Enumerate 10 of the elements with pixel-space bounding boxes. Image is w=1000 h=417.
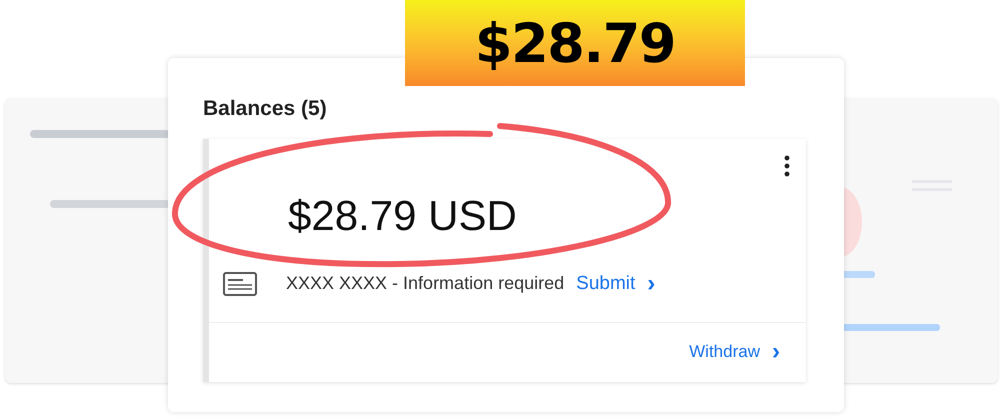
submit-link[interactable]: Submit	[576, 270, 636, 298]
price-text: $28.79	[474, 10, 676, 76]
notice-text: XXXX XXXX - Information required	[286, 272, 564, 296]
withdraw-link[interactable]: Withdraw	[689, 339, 760, 365]
section-title: Balances (5)	[203, 96, 327, 122]
more-options-icon[interactable]	[784, 154, 790, 176]
chevron-icon: ›	[772, 340, 780, 364]
balance-amount: $28.79 USD	[288, 192, 517, 238]
chevron-icon: ›	[647, 272, 656, 296]
document-icon	[223, 272, 257, 296]
